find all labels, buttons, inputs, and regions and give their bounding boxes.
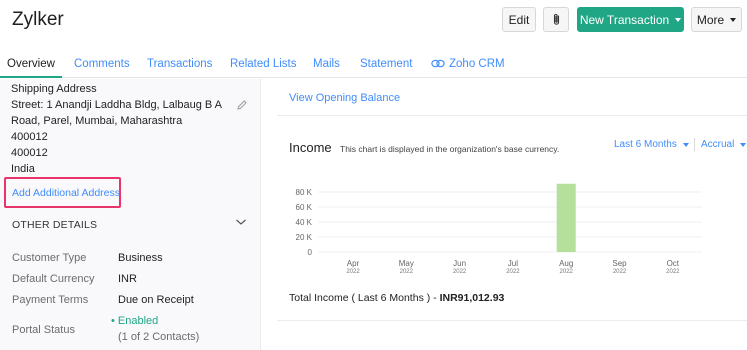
bar [556,183,576,252]
chevron-down-icon [740,143,747,147]
new-transaction-label: New Transaction [579,12,670,27]
y-tick-label: 80 K [296,188,313,197]
payment-terms-label: Payment Terms [12,294,89,306]
basis-dropdown[interactable]: Accrual [701,139,747,150]
y-tick-label: 0 [308,248,313,257]
shipping-address-line: Road, Parel, Mumbai, Maharashtra [11,115,183,127]
shipping-address-line: 400012 [11,147,48,159]
x-tick-label: Jun [453,259,466,268]
more-label: More [696,12,725,27]
shipping-address-line: 400012 [11,131,48,143]
pencil-icon[interactable] [236,99,248,111]
x-tick-label: Jul [508,259,518,268]
x-tick-label: Aug [559,259,573,268]
payment-terms-value: Due on Receipt [118,294,194,306]
chevron-down-icon [730,17,737,22]
default-currency-label: Default Currency [12,273,95,285]
x-tick-label: May [399,259,414,268]
chevron-down-icon [675,17,682,22]
income-chart: 80 K60 K40 K20 K0Apr2022May2022Jun2022Ju… [296,183,702,275]
portal-status-text: Enabled [117,315,159,327]
period-dropdown[interactable]: Last 6 Months [614,139,689,150]
customer-type-label: Customer Type [12,252,87,264]
tab-transactions[interactable]: Transactions [147,58,212,70]
new-transaction-button[interactable]: New Transaction [577,7,684,32]
period-dropdown-label: Last 6 Months [614,139,677,150]
x-tick-label: Oct [667,259,680,268]
tab-zoho-crm-label: Zoho CRM [449,58,505,70]
tab-comments[interactable]: Comments [74,58,130,70]
x-tick-label: Sep [612,259,627,268]
y-tick-label: 40 K [296,218,313,227]
page-title: Zylker [12,9,64,30]
x-tick-year: 2022 [613,269,627,275]
tab-related-lists[interactable]: Related Lists [230,58,296,70]
income-title: Income [289,140,332,155]
portal-contacts-count: (1 of 2 Contacts) [118,331,200,343]
view-opening-balance-link[interactable]: View Opening Balance [289,92,400,104]
divider [694,138,695,151]
portal-status-value: • Enabled [111,315,158,327]
total-income-label: Total Income ( Last 6 Months ) - [289,292,437,304]
status-dot-icon: • [111,315,115,327]
y-tick-label: 60 K [296,203,313,212]
chevron-down-icon [682,143,689,147]
attach-button[interactable] [543,7,569,32]
paperclip-icon [553,14,559,25]
x-tick-year: 2022 [400,269,414,275]
tab-bar: Overview Comments Transactions Related L… [0,52,747,78]
more-button[interactable]: More [691,7,742,32]
default-currency-value: INR [118,273,137,285]
shipping-address-line: India [11,163,35,175]
x-tick-year: 2022 [506,269,520,275]
divider [277,115,747,116]
tab-overview[interactable]: Overview [7,58,55,70]
tab-mails[interactable]: Mails [313,58,340,70]
income-note: This chart is displayed in the organizat… [340,144,560,154]
active-tab-indicator [0,76,62,78]
y-tick-label: 20 K [296,233,313,242]
edit-button[interactable]: Edit [502,7,536,32]
x-tick-label: Apr [347,259,360,268]
x-tick-year: 2022 [666,269,680,275]
portal-status-label: Portal Status [12,324,75,336]
other-details-heading[interactable]: OTHER DETAILS [12,219,97,231]
divider [277,320,747,321]
x-tick-year: 2022 [346,269,360,275]
tab-zoho-crm[interactable]: Zoho CRM [431,58,505,70]
chevron-down-icon[interactable] [235,218,247,226]
zoho-crm-icon [431,59,445,68]
basis-dropdown-label: Accrual [701,139,735,150]
shipping-address-heading: Shipping Address [11,83,97,95]
shipping-address-line: Street: 1 Anandji Laddha Bldg, Lalbaug B… [11,99,222,111]
x-tick-year: 2022 [453,269,467,275]
tab-statement[interactable]: Statement [360,58,412,70]
add-additional-address-link[interactable]: Add Additional Address [12,187,120,199]
total-income: Total Income ( Last 6 Months ) - INR91,0… [289,292,504,304]
customer-type-value: Business [118,252,163,264]
x-tick-year: 2022 [560,269,574,275]
total-income-value: INR91,012.93 [439,292,505,304]
